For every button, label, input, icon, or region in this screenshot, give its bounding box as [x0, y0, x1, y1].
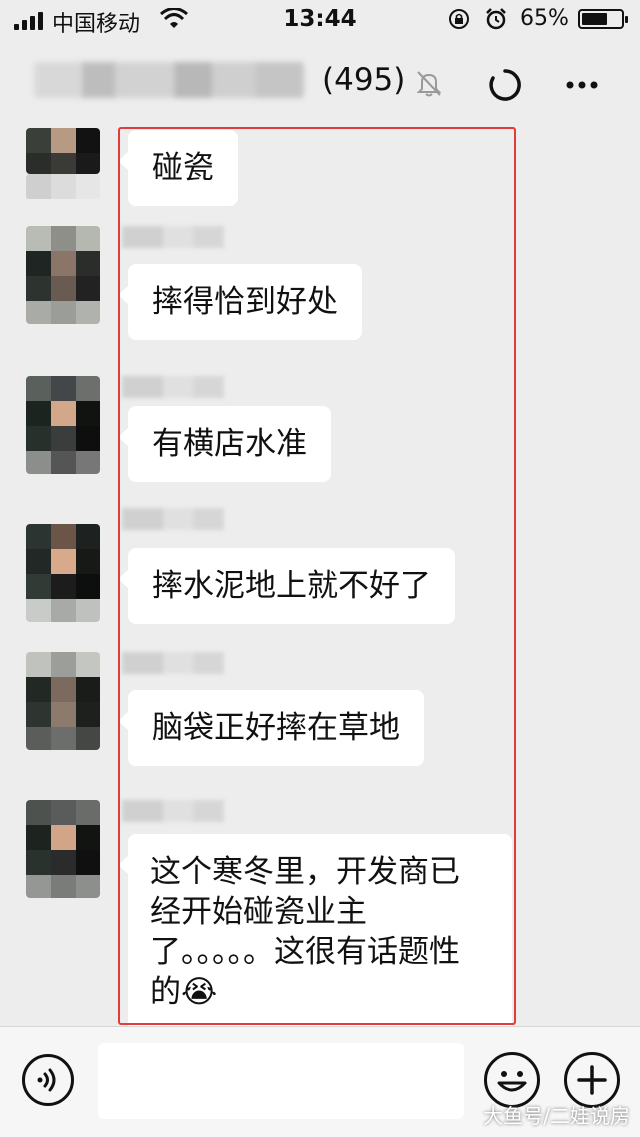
chat-title-blurred[interactable]: [34, 62, 304, 98]
watermark: 大鱼号/二娃说房: [483, 1104, 630, 1128]
avatar[interactable]: [26, 376, 100, 474]
mute-bell-icon: [416, 71, 442, 97]
message-text: 摔水泥地上就不好了: [152, 568, 431, 604]
input-bar: 大鱼号/二娃说房: [0, 1026, 640, 1137]
sender-name-blurred: [122, 226, 224, 248]
avatar[interactable]: [26, 652, 100, 750]
emoji-icon: [497, 1071, 527, 1092]
more-icon: [566, 81, 598, 89]
message-bubble[interactable]: 摔得恰到好处: [118, 264, 362, 340]
sender-name-blurred: [122, 652, 224, 674]
more-button[interactable]: [562, 68, 602, 102]
battery-percent: 65%: [520, 6, 569, 31]
status-bar: 中国移动 13:44 65%: [0, 0, 640, 40]
avatar[interactable]: [26, 128, 100, 174]
loading-icon: [489, 69, 521, 101]
avatar-shadow: [26, 174, 100, 200]
avatar[interactable]: [26, 524, 100, 622]
sender-name-blurred: [122, 508, 224, 530]
voice-icon: [37, 1068, 56, 1092]
message-input[interactable]: [98, 1043, 464, 1119]
avatar[interactable]: [26, 800, 100, 898]
message-bubble[interactable]: 这个寒冬里，开发商已经开始碰瓷业主了。。。。。这很有话题性的😭: [118, 834, 512, 1032]
message-bubble[interactable]: 碰瓷: [118, 130, 238, 206]
member-count: (495): [322, 62, 406, 98]
message-bubble[interactable]: 有横店水准: [118, 406, 331, 482]
message-text: 有横店水准: [152, 426, 307, 462]
chat-header: (495): [0, 40, 640, 128]
message-text: 碰瓷: [152, 150, 214, 186]
face-with-tears-emoji: 😭: [181, 974, 218, 1010]
avatar[interactable]: [26, 226, 100, 324]
message-bubble[interactable]: 摔水泥地上就不好了: [118, 548, 455, 624]
voice-button[interactable]: [22, 1054, 74, 1106]
battery-icon: [578, 9, 628, 29]
plus-icon: [577, 1065, 607, 1095]
sender-name-blurred: [122, 376, 224, 398]
alarm-icon: [486, 8, 506, 30]
message-text: 脑袋正好摔在草地: [152, 710, 400, 746]
message-bubble[interactable]: 脑袋正好摔在草地: [118, 690, 424, 766]
orientation-lock-icon: [449, 9, 469, 29]
sender-name-blurred: [122, 800, 224, 822]
message-text: 摔得恰到好处: [152, 284, 338, 320]
